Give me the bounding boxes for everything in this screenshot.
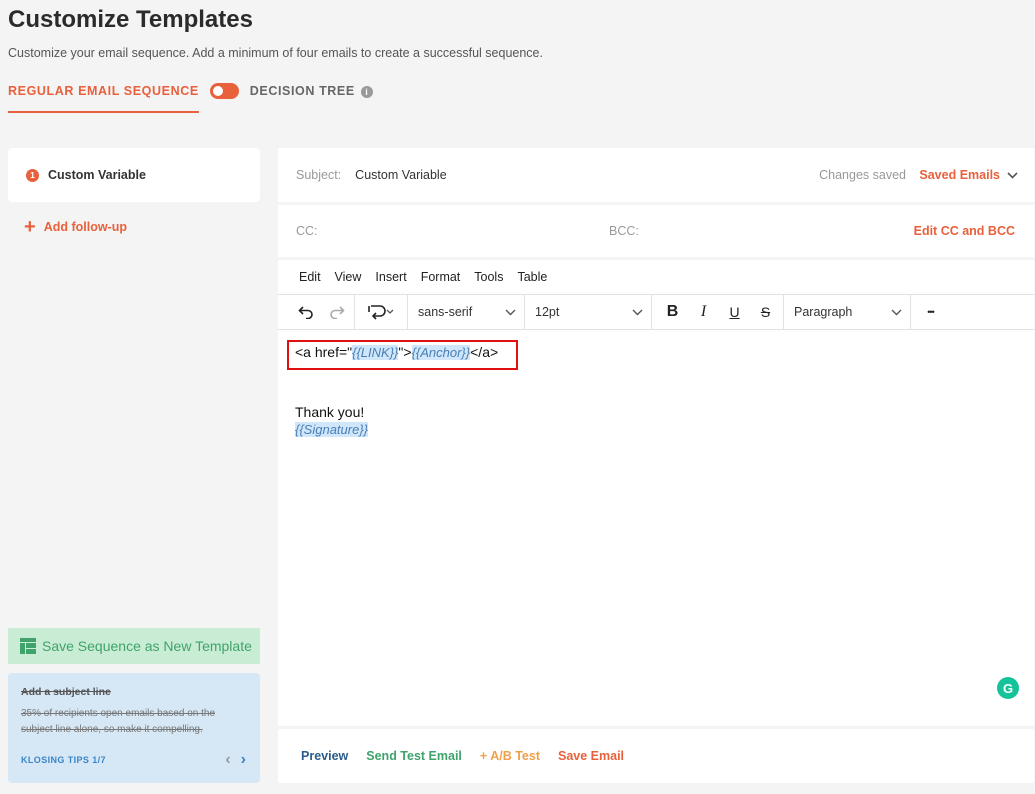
- mode-toggle[interactable]: [209, 83, 239, 99]
- info-icon[interactable]: i: [360, 86, 373, 98]
- tips-nav: ‹ ›: [225, 752, 246, 768]
- chevron-left-icon[interactable]: ‹: [225, 752, 230, 768]
- decision-tree-label: DECISION TREE: [249, 84, 355, 98]
- font-size-value: 12pt: [535, 305, 560, 319]
- menu-insert[interactable]: Insert: [375, 270, 406, 284]
- saved-emails-label: Saved Emails: [919, 168, 1000, 182]
- send-test-email-button[interactable]: Send Test Email: [366, 749, 462, 763]
- grammarly-icon[interactable]: G: [997, 677, 1019, 699]
- edit-cc-bcc-link[interactable]: Edit CC and BCC: [914, 224, 1015, 238]
- menu-view[interactable]: View: [335, 270, 362, 284]
- tips-footer: KLOSING TIPS 1/7 ‹ ›: [21, 752, 246, 768]
- editor-content[interactable]: <a href="{{LINK}}">{{Anchor}}</a> Thank …: [278, 330, 1034, 451]
- history-group: [278, 295, 355, 329]
- add-follow-up-button[interactable]: + Add follow-up: [24, 216, 127, 238]
- subject-input[interactable]: Custom Variable: [355, 168, 446, 182]
- thanks-text: Thank you!: [295, 404, 365, 420]
- tab-regular-email-sequence[interactable]: REGULAR EMAIL SEQUENCE: [8, 80, 199, 113]
- save-template-label: Save Sequence as New Template: [42, 638, 252, 654]
- format-group: B I U S: [652, 295, 784, 329]
- font-size-select[interactable]: 12pt: [525, 295, 652, 329]
- code-suffix: </a>: [470, 344, 499, 360]
- menu-format[interactable]: Format: [421, 270, 461, 284]
- bcc-field[interactable]: BCC:: [609, 224, 639, 238]
- link-variable: {{LINK}}: [352, 345, 399, 360]
- tips-counter: KLOSING TIPS 1/7: [21, 755, 106, 765]
- more-icon: •••: [927, 307, 935, 317]
- underline-button[interactable]: U: [719, 295, 750, 329]
- more-group: •••: [911, 295, 946, 329]
- more-options-button[interactable]: •••: [915, 295, 946, 329]
- block-format-select[interactable]: Paragraph: [784, 295, 911, 329]
- tip-title: Add a subject line: [21, 686, 111, 698]
- redo-icon: [329, 306, 345, 319]
- italic-button[interactable]: I: [688, 295, 719, 329]
- undo-button[interactable]: [290, 295, 321, 329]
- font-family-value: sans-serif: [418, 305, 473, 319]
- page-subtitle: Customize your email sequence. Add a min…: [8, 46, 543, 60]
- redo-button[interactable]: [321, 295, 352, 329]
- variable-group: [355, 295, 408, 329]
- code-prefix: <a href=": [295, 344, 353, 360]
- page-title: Customize Templates: [8, 6, 253, 33]
- signature-line: {{Signature}}: [295, 421, 1017, 437]
- cc-bcc-bar: CC: BCC: Edit CC and BCC: [278, 205, 1034, 257]
- sequence-item-1[interactable]: 1 Custom Variable: [8, 148, 260, 202]
- anchor-variable: {{Anchor}}: [411, 345, 471, 360]
- chevron-down-icon: [891, 309, 902, 315]
- signature-variable: {{Signature}}: [295, 422, 369, 437]
- subject-bar: Subject: Custom Variable Changes saved S…: [278, 148, 1034, 202]
- anchor-code-line: <a href="{{LINK}}">{{Anchor}}</a>: [295, 344, 498, 360]
- strikethrough-button[interactable]: S: [750, 295, 781, 329]
- toggle-knob: [212, 86, 223, 96]
- bold-button[interactable]: B: [657, 295, 688, 329]
- tip-body: 35% of recipients open emails based on t…: [21, 708, 216, 735]
- editor-toolbar: sans-serif 12pt B I U S Paragraph •••: [278, 294, 1034, 330]
- ab-test-button[interactable]: + A/B Test: [480, 749, 540, 763]
- code-mid: ">: [398, 344, 412, 360]
- sequence-item-label: Custom Variable: [48, 168, 146, 182]
- menu-tools[interactable]: Tools: [474, 270, 503, 284]
- tab-decision-tree[interactable]: DECISION TREE i: [250, 80, 373, 98]
- chevron-down-icon: [632, 309, 643, 315]
- chevron-down-icon: [505, 309, 516, 315]
- mode-switcher: REGULAR EMAIL SEQUENCE DECISION TREE i: [8, 80, 373, 113]
- menu-edit[interactable]: Edit: [299, 270, 321, 284]
- saved-emails-dropdown[interactable]: Saved Emails: [919, 168, 1018, 182]
- block-format-value: Paragraph: [794, 305, 853, 319]
- insert-variable-button[interactable]: [365, 295, 399, 329]
- cc-field[interactable]: CC:: [296, 224, 318, 238]
- template-icon: [20, 638, 36, 654]
- chevron-right-icon[interactable]: ›: [241, 752, 246, 768]
- subject-label: Subject:: [296, 168, 342, 182]
- undo-icon: [297, 306, 313, 319]
- chevron-down-icon: [1007, 171, 1018, 179]
- email-action-bar: Preview Send Test Email + A/B Test Save …: [278, 729, 1034, 783]
- menu-table[interactable]: Table: [517, 270, 547, 284]
- sequence-number-badge: 1: [26, 168, 39, 182]
- plus-icon: +: [24, 216, 36, 238]
- save-email-button[interactable]: Save Email: [558, 749, 624, 763]
- editor-menubar: Edit View Insert Format Tools Table: [278, 260, 1034, 294]
- insert-variable-icon: [368, 305, 394, 320]
- font-family-select[interactable]: sans-serif: [408, 295, 525, 329]
- add-follow-up-label: Add follow-up: [43, 220, 127, 234]
- preview-button[interactable]: Preview: [301, 749, 348, 763]
- save-sequence-as-template-button[interactable]: Save Sequence as New Template: [8, 628, 260, 664]
- save-status: Changes saved: [819, 168, 906, 182]
- email-editor: Edit View Insert Format Tools Table sans…: [278, 260, 1034, 726]
- klosing-tips-card: Add a subject line 35% of recipients ope…: [8, 673, 260, 783]
